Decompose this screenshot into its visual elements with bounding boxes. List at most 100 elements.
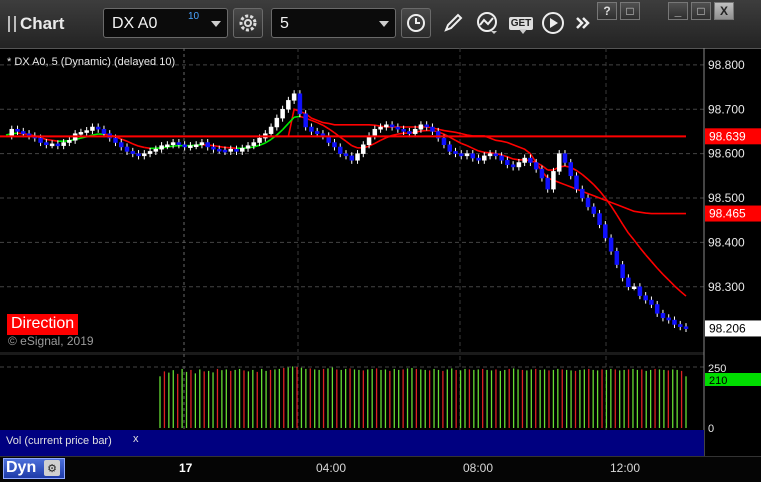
candle-body [661, 313, 665, 317]
price-marker-label: 98.206 [709, 321, 746, 335]
ma-short-segment [657, 268, 663, 274]
panel-divider[interactable] [0, 352, 704, 355]
time-template-button[interactable] [401, 8, 431, 38]
candle-body [586, 198, 590, 207]
help-button[interactable]: ? [597, 2, 617, 20]
volume-marker-label: 210 [709, 375, 727, 387]
window-title-label: Chart [20, 14, 64, 34]
candle-body [563, 154, 567, 163]
candle-body [96, 127, 100, 129]
candle-body [488, 154, 492, 156]
candle-body [50, 144, 54, 146]
copyright-text: © eSignal, 2019 [8, 334, 94, 348]
candle-body [235, 149, 239, 151]
candle-body [534, 163, 538, 170]
pencil-icon [442, 12, 464, 34]
close-button[interactable]: X [714, 2, 734, 20]
symbol-input[interactable]: DX A0 10 [103, 8, 228, 38]
candle-body [396, 127, 400, 129]
candle-body [494, 154, 498, 156]
candle-body [160, 146, 164, 150]
get-data-button[interactable]: GET [506, 10, 536, 36]
symbol-settings-button[interactable] [233, 8, 263, 38]
minimize-icon: _ [675, 4, 682, 18]
study-label: * DX A0, 5 (Dynamic) (delayed 10) [7, 56, 175, 68]
candle-body [379, 127, 383, 129]
candle-body [223, 150, 227, 152]
candle-body [430, 127, 434, 131]
ma-short-line [6, 116, 686, 296]
candle-body [211, 147, 215, 149]
maximize-button[interactable]: □ [691, 2, 711, 20]
drag-grip-icon[interactable] [8, 16, 16, 32]
price-tick-label: 98.500 [708, 191, 745, 205]
ma-short-segment [513, 159, 519, 160]
candle-body [459, 154, 463, 156]
candle-body [188, 146, 192, 148]
candle-body [632, 287, 636, 289]
ma-short-segment [577, 170, 583, 174]
candle-body [626, 278, 630, 287]
ma-short-segment [277, 130, 283, 135]
candle-body [332, 143, 336, 147]
candle-body [482, 156, 486, 160]
candle-body [102, 129, 106, 133]
symbol-value: DX A0 [112, 15, 157, 33]
price-tick-label: 98.700 [708, 102, 745, 116]
chevron-down-icon[interactable] [211, 21, 221, 27]
gear-icon [238, 13, 258, 33]
ma-short-segment [352, 146, 358, 148]
candle-body [67, 140, 71, 142]
candle-body [644, 296, 648, 300]
candle-body [240, 148, 244, 151]
ma-short-segment [479, 151, 485, 152]
volume-study-label: Vol (current price bar) [6, 435, 112, 447]
symbol-delay-badge: 10 [188, 11, 199, 22]
candle-body [62, 143, 66, 146]
price-tick-label: 98.600 [708, 147, 745, 161]
price-tick-label: 98.400 [708, 235, 745, 249]
candle-body [413, 129, 417, 133]
candle-body [500, 156, 504, 160]
restore-icon: □ [626, 4, 633, 18]
chevron-down-icon[interactable] [379, 21, 389, 27]
candle-body [528, 158, 532, 162]
minimize-button[interactable]: _ [668, 2, 688, 20]
candle-body [649, 300, 653, 304]
ma-short-segment [294, 116, 300, 117]
interval-select[interactable]: 5 [271, 8, 396, 38]
ma-short-segment [52, 140, 58, 141]
time-axis[interactable] [0, 456, 761, 482]
get-label: GET [509, 17, 534, 30]
candle-body [44, 143, 48, 145]
ma-short-segment [582, 174, 588, 179]
ma-short-segment [646, 255, 652, 262]
draw-tool-button[interactable] [440, 10, 466, 36]
time-tick-1200: 12:00 [610, 461, 640, 475]
candle-body [165, 145, 169, 147]
ma-short-segment [381, 138, 387, 141]
more-button[interactable] [570, 10, 596, 36]
candle-body [200, 143, 204, 145]
candle-body [269, 127, 273, 134]
close-icon: X [720, 4, 728, 18]
candle-body [315, 131, 319, 133]
help-icon: ? [603, 4, 610, 18]
time-tick-0400: 04:00 [316, 461, 346, 475]
chevron-right-icon [571, 11, 595, 35]
volume-study-close-icon[interactable]: x [133, 433, 139, 445]
ma-short-segment [375, 140, 381, 143]
ma-short-segment [628, 233, 634, 240]
candle-body [298, 94, 302, 114]
link-icon[interactable]: ⚙ [44, 460, 60, 476]
studies-button[interactable] [474, 10, 500, 36]
ma-short-segment [213, 146, 219, 147]
ma-short-segment [594, 185, 600, 191]
ma-short-segment [680, 291, 686, 296]
candle-body [252, 143, 256, 146]
play-button[interactable] [540, 10, 566, 36]
candle-body [425, 125, 429, 127]
restore-button[interactable]: □ [620, 2, 640, 20]
candle-body [361, 145, 365, 154]
price-chart[interactable]: 98.80098.70098.60098.50098.40098.3002500… [0, 48, 761, 481]
